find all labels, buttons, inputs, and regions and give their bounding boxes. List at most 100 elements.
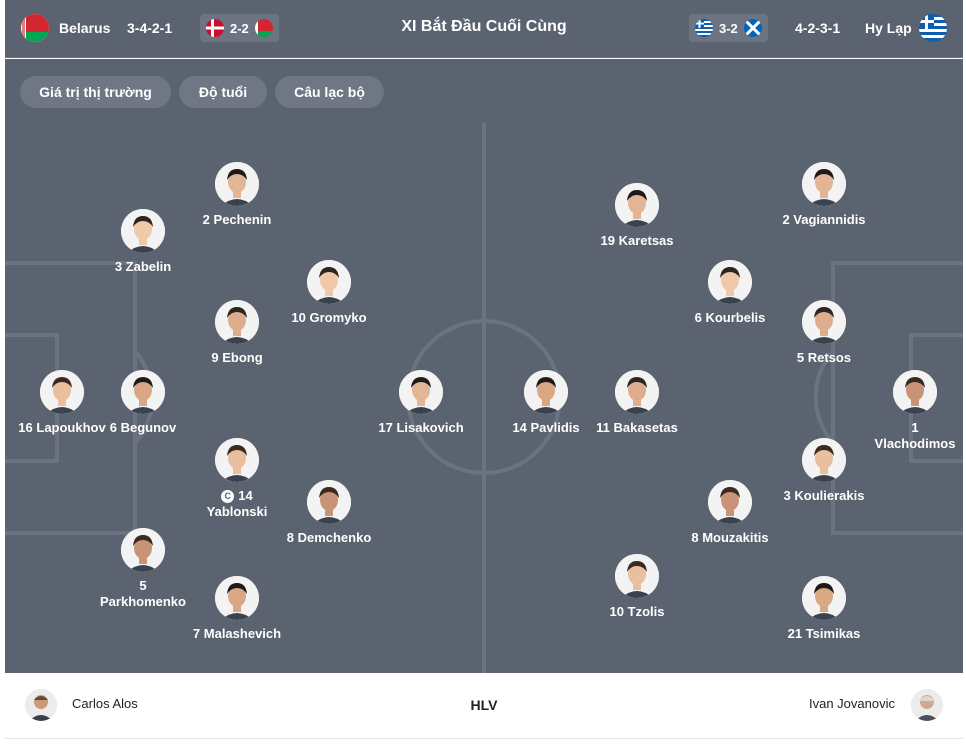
pitch: 16 Lapoukhov 6 Begunov 3 Zabelin 5 Parkhome… <box>5 123 963 673</box>
home-player[interactable]: 2 Pechenin <box>172 162 302 228</box>
away-player[interactable]: 10 Tzolis <box>572 554 702 620</box>
away-formation: 4-2-3-1 <box>795 20 841 36</box>
lineup-widget: Belarus 3-4-2-1 2-2 XI Bắt Đầu Cuối Cùng… <box>0 0 966 744</box>
player-number: 5 <box>796 350 805 365</box>
away-player[interactable]: 21 Tsimikas <box>759 576 889 642</box>
captain-badge-icon: C <box>221 490 235 504</box>
player-number: 19 <box>600 233 615 248</box>
home-player[interactable]: 8 Demchenko <box>264 480 394 546</box>
player-avatar[interactable] <box>215 300 259 344</box>
away-coach-avatar[interactable] <box>911 689 943 721</box>
player-avatar[interactable] <box>802 438 846 482</box>
player-avatar[interactable] <box>802 300 846 344</box>
player-number: 2 <box>202 212 210 227</box>
filter-bar: Giá trị thị trường Độ tuổi Câu lạc bộ <box>5 59 963 123</box>
player-avatar[interactable] <box>615 370 659 414</box>
player-number: 6 <box>694 310 702 325</box>
player-number: 10 <box>291 310 306 325</box>
player-surname: Gromyko <box>309 310 367 325</box>
player-name: 21 Tsimikas <box>759 626 889 642</box>
greece-flag-icon <box>695 19 713 37</box>
player-surname: Mouzakitis <box>702 530 769 545</box>
player-number: 10 <box>609 604 624 619</box>
away-player[interactable]: 8 Mouzakitis <box>665 480 795 546</box>
player-surname: Malashevich <box>203 626 282 641</box>
player-avatar[interactable] <box>307 480 351 524</box>
away-player[interactable]: 14 Pavlidis <box>481 370 611 436</box>
player-avatar[interactable] <box>215 162 259 206</box>
player-surname: Koulierakis <box>794 488 865 503</box>
filter-market-value[interactable]: Giá trị thị trường <box>20 76 171 108</box>
lineup-header: Belarus 3-4-2-1 2-2 XI Bắt Đầu Cuối Cùng… <box>5 0 963 58</box>
player-surname: Ebong <box>222 350 263 365</box>
player-avatar[interactable] <box>121 528 165 572</box>
player-number: 17 <box>378 420 393 435</box>
player-avatar[interactable] <box>615 183 659 227</box>
player-surname: Lisakovich <box>396 420 464 435</box>
player-avatar[interactable] <box>802 576 846 620</box>
player-name: 10 Tzolis <box>572 604 702 620</box>
player-surname: Karetsas <box>618 233 674 248</box>
player-surname: Vagiannidis <box>793 212 866 227</box>
away-player[interactable]: 2 Vagiannidis <box>759 162 889 228</box>
scotland-flag-icon <box>743 19 762 37</box>
player-avatar[interactable] <box>802 162 846 206</box>
player-name: 7 Malashevich <box>172 626 302 642</box>
player-surname: Pavlidis <box>530 420 580 435</box>
player-number: 1 <box>911 420 919 435</box>
player-number: 3 <box>114 259 123 274</box>
player-surname: Retsos <box>807 350 852 365</box>
away-last-result[interactable]: 3-2 <box>689 14 768 42</box>
home-player[interactable]: 6 Begunov <box>78 370 208 436</box>
away-player[interactable]: 19 Karetsas <box>572 183 702 249</box>
player-avatar[interactable] <box>121 209 165 253</box>
player-number: 2 <box>782 212 790 227</box>
player-name: 8 Demchenko <box>264 530 394 546</box>
player-avatar[interactable] <box>215 438 259 482</box>
home-player[interactable]: 10 Gromyko <box>264 260 394 326</box>
player-name: 2 Vagiannidis <box>759 212 889 228</box>
player-name: 6 Begunov <box>78 420 208 436</box>
filter-age[interactable]: Độ tuổi <box>179 76 267 108</box>
away-player[interactable]: 6 Kourbelis <box>665 260 795 326</box>
player-surname: Begunov <box>120 420 177 435</box>
player-name: 19 Karetsas <box>572 233 702 249</box>
player-avatar[interactable] <box>215 576 259 620</box>
player-name: 14 Pavlidis <box>481 420 611 436</box>
player-number: 14 <box>512 420 527 435</box>
away-last-score: 3-2 <box>719 20 738 36</box>
player-surname: Pechenin <box>213 212 272 227</box>
player-name: 2 Pechenin <box>172 212 302 228</box>
player-surname: Tzolis <box>627 604 665 619</box>
player-avatar[interactable] <box>615 554 659 598</box>
away-coach-name[interactable]: Ivan Jovanovic <box>809 696 895 711</box>
home-player[interactable]: 17 Lisakovich <box>356 370 486 436</box>
player-avatar[interactable] <box>307 260 351 304</box>
player-avatar[interactable] <box>399 370 443 414</box>
player-number: 6 <box>109 420 117 435</box>
player-name: 17 Lisakovich <box>356 420 486 436</box>
coach-bar: Carlos Alos HLV Ivan Jovanovic <box>5 673 963 739</box>
player-avatar[interactable] <box>708 480 752 524</box>
player-name: 5 Retsos <box>759 350 889 366</box>
home-player[interactable]: 7 Malashevich <box>172 576 302 642</box>
player-number: 9 <box>211 350 219 365</box>
player-name: 10 Gromyko <box>264 310 394 326</box>
player-name: 3 Zabelin <box>78 259 208 275</box>
player-surname: Yablonski <box>206 504 268 519</box>
player-number: 16 <box>18 420 33 435</box>
player-avatar[interactable] <box>708 260 752 304</box>
player-avatar[interactable] <box>524 370 568 414</box>
player-number: 8 <box>286 530 294 545</box>
player-avatar[interactable] <box>121 370 165 414</box>
player-avatar[interactable] <box>893 370 937 414</box>
player-surname: Demchenko <box>297 530 372 545</box>
player-number: 8 <box>691 530 699 545</box>
player-surname: Bakasetas <box>613 420 678 435</box>
greece-flag-icon <box>919 14 947 42</box>
filter-club[interactable]: Câu lạc bộ <box>275 76 384 108</box>
player-surname: Tsimikas <box>805 626 861 641</box>
player-number: 14 <box>238 488 253 503</box>
away-team-name[interactable]: Hy Lạp <box>865 20 912 36</box>
player-name: 6 Kourbelis <box>665 310 795 326</box>
